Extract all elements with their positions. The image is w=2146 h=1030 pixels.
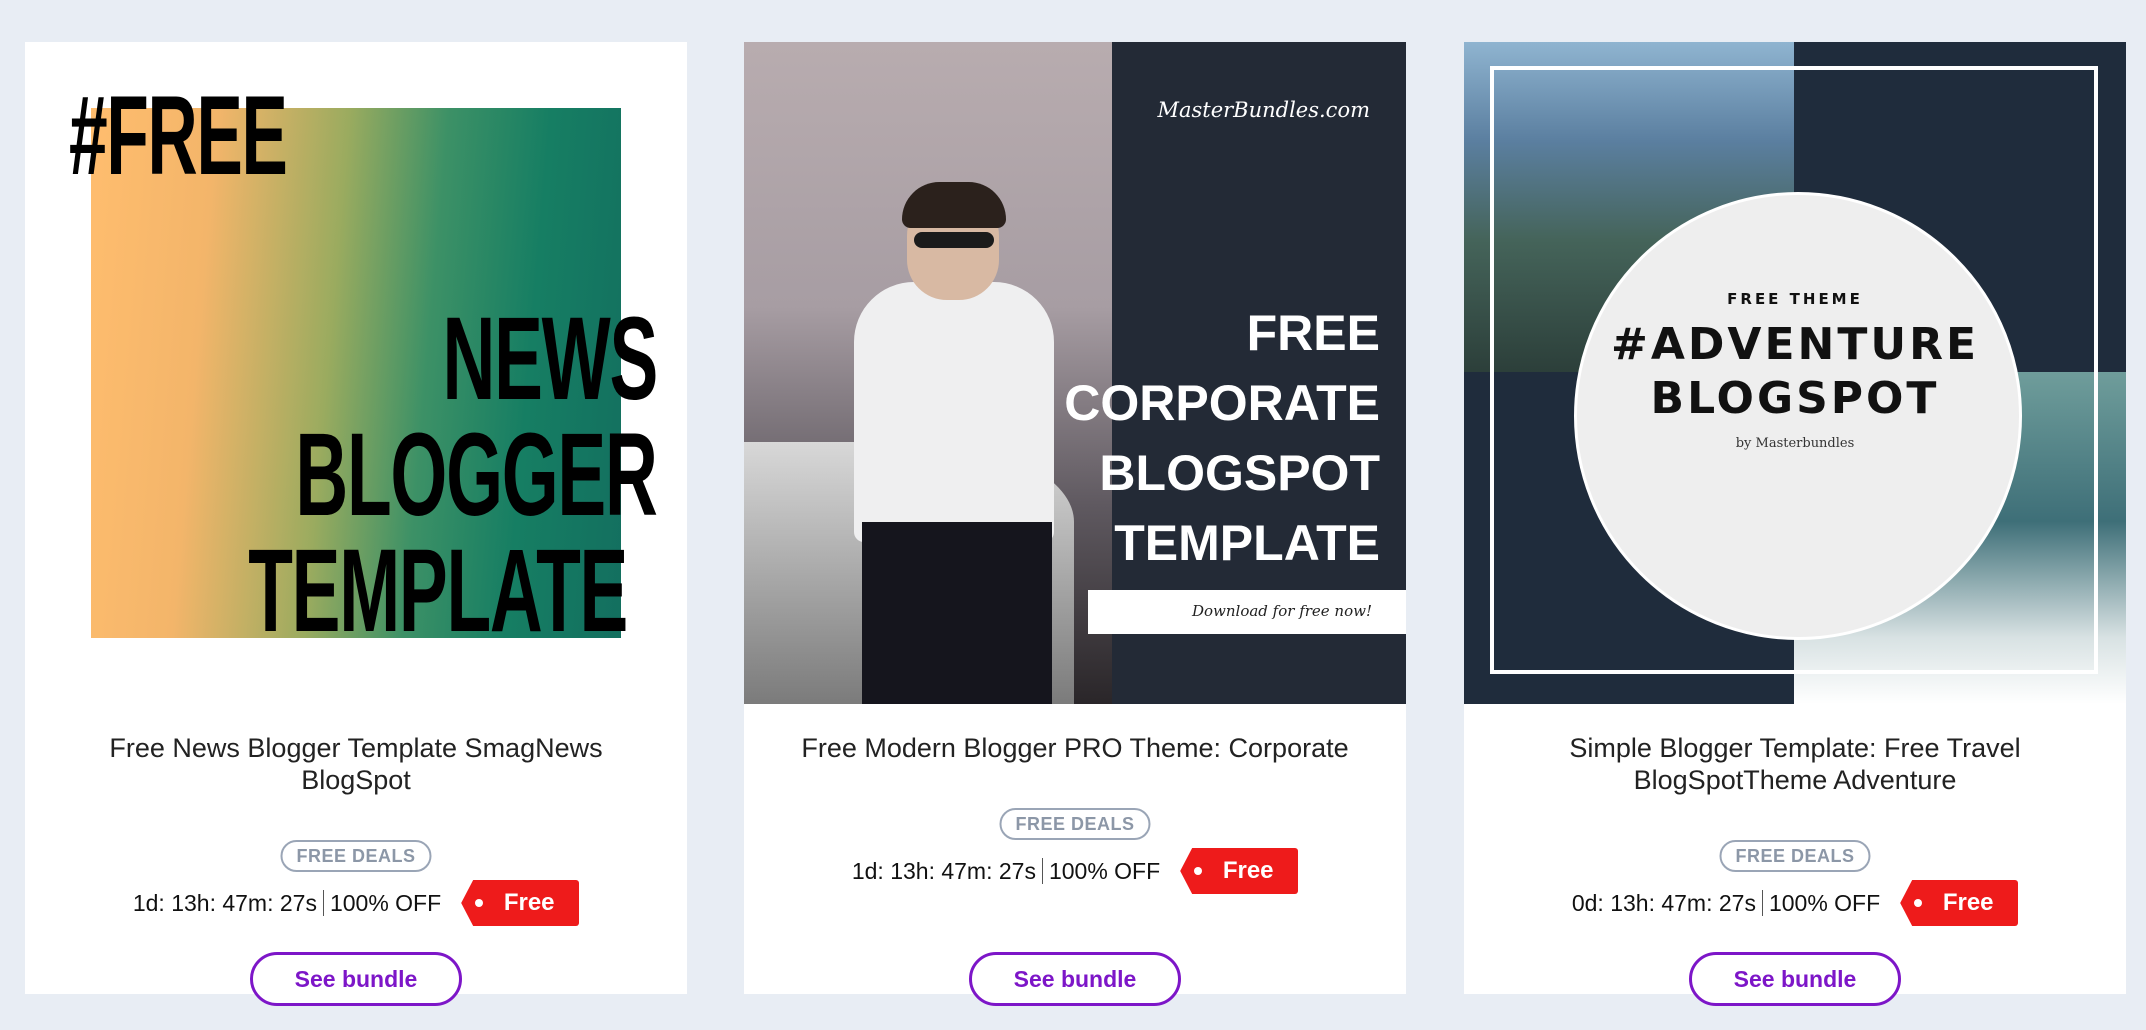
see-bundle-button[interactable]: See bundle [250, 952, 462, 1006]
thumb-headline: TEMPLATE [248, 525, 628, 657]
discount-label: 100% OFF [1768, 889, 1881, 916]
see-bundle-button[interactable]: See bundle [969, 952, 1181, 1006]
person-shirt [854, 282, 1054, 542]
price-tag-icon: Free [461, 880, 580, 926]
thumb-line: #ADVENTURE [1610, 319, 1980, 370]
thumb-headline: #ADVENTURE BLOGSPOT [1464, 318, 2126, 426]
thumb-line: BLOGSPOT [1650, 373, 1940, 424]
deal-meta: 1d: 13h: 47m: 27s 100% OFF Free [25, 880, 687, 926]
bundle-card[interactable]: #FREE NEWS BLOGGER TEMPLATE Free News Bl… [25, 42, 687, 1006]
thumb-line: TEMPLATE [248, 525, 628, 657]
countdown-timer: 0d: 13h: 47m: 27s [1571, 889, 1756, 916]
free-deals-badge: FREE DEALS [999, 808, 1151, 840]
card-thumbnail[interactable]: FREE THEME #ADVENTURE BLOGSPOT by Master… [1464, 42, 2126, 704]
person-pants [862, 522, 1052, 704]
thumb-line: CORPORATE [1064, 375, 1380, 431]
download-text: Download for free now! [1191, 602, 1372, 620]
divider [1761, 890, 1763, 916]
bundle-card[interactable]: MasterBundles.com FREE CORPORATE BLOGSPO… [744, 42, 1406, 1006]
countdown-timer: 1d: 13h: 47m: 27s [851, 857, 1036, 884]
price-tag-icon: Free [1900, 880, 2019, 926]
thumb-headline: BLOGGER [295, 409, 658, 541]
deal-meta: 1d: 13h: 47m: 27s 100% OFF Free [744, 848, 1406, 894]
free-deals-badge: FREE DEALS [1719, 840, 1871, 872]
thumb-headline: FREE CORPORATE BLOGSPOT TEMPLATE [1064, 298, 1380, 578]
free-deals-badge: FREE DEALS [280, 840, 432, 872]
card-info: Simple Blogger Template: Free Travel Blo… [1464, 704, 2126, 1006]
card-thumbnail[interactable]: #FREE NEWS BLOGGER TEMPLATE [25, 42, 687, 704]
card-thumbnail[interactable]: MasterBundles.com FREE CORPORATE BLOGSPO… [744, 42, 1406, 704]
countdown-timer: 1d: 13h: 47m: 27s [132, 889, 317, 916]
bundle-card[interactable]: FREE THEME #ADVENTURE BLOGSPOT by Master… [1464, 42, 2126, 1006]
divider [322, 890, 324, 916]
see-bundle-button[interactable]: See bundle [1689, 952, 1901, 1006]
thumb-line: TEMPLATE [1114, 515, 1380, 571]
sunglasses [914, 232, 994, 248]
thumb-headline: NEWS [442, 293, 658, 425]
price-tag-icon: Free [1180, 848, 1299, 894]
thumb-line: FREE [1246, 305, 1380, 361]
discount-label: 100% OFF [329, 889, 442, 916]
person-hair [902, 182, 1006, 228]
thumb-hashtag: #FREE [69, 73, 288, 198]
bundle-title[interactable]: Free News Blogger Template SmagNews Blog… [55, 732, 657, 796]
divider [1041, 858, 1043, 884]
thumb-line: NEWS [442, 293, 658, 425]
card-info: Free News Blogger Template SmagNews Blog… [25, 704, 687, 1006]
thumb-line: BLOGGER [295, 409, 658, 541]
bundle-grid: #FREE NEWS BLOGGER TEMPLATE Free News Bl… [0, 0, 2146, 1030]
thumb-site-name: MasterBundles.com [1157, 98, 1370, 122]
bundle-title[interactable]: Simple Blogger Template: Free Travel Blo… [1494, 732, 2096, 796]
thumb-line: BLOGSPOT [1099, 445, 1380, 501]
thumb-byline: by Masterbundles [1735, 436, 1855, 451]
thumb-kicker: FREE THEME [1727, 290, 1863, 308]
deal-meta: 0d: 13h: 47m: 27s 100% OFF Free [1464, 880, 2126, 926]
card-info: Free Modern Blogger PRO Theme: Corporate… [744, 704, 1406, 1006]
bundle-title[interactable]: Free Modern Blogger PRO Theme: Corporate [774, 732, 1376, 764]
discount-label: 100% OFF [1048, 857, 1161, 884]
download-bar: Download for free now! [1088, 590, 1406, 634]
